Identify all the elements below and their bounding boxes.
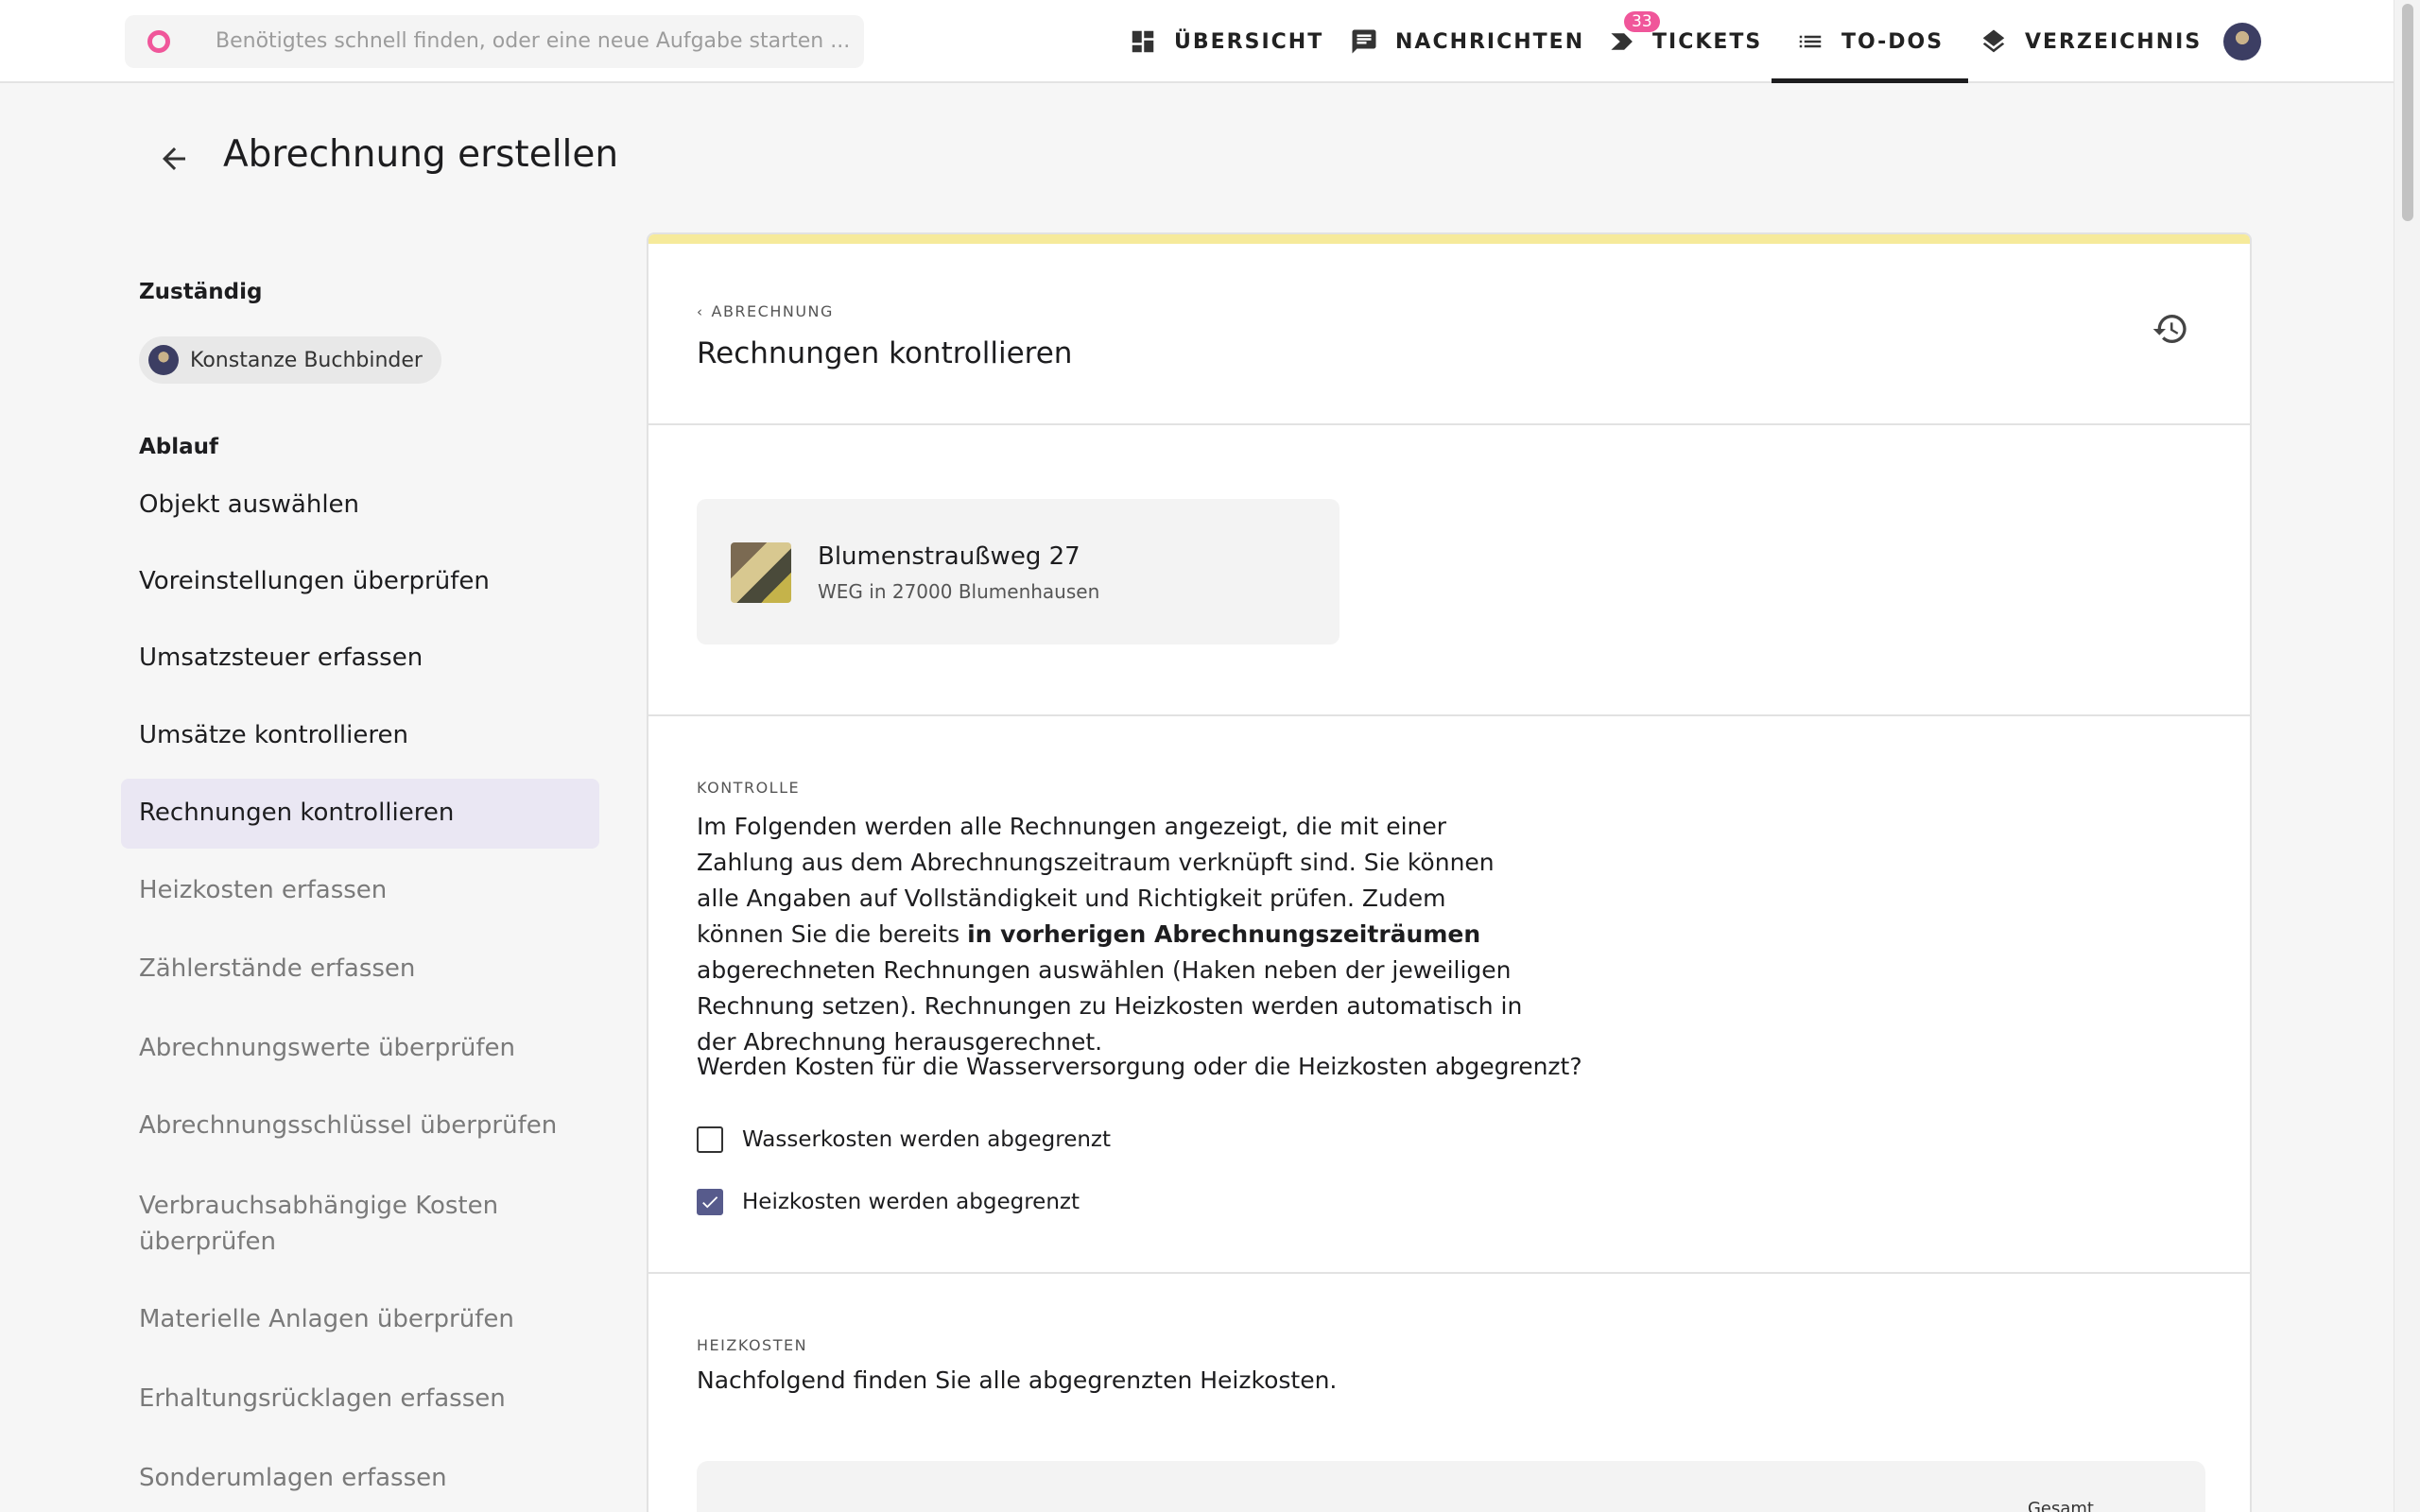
step-item[interactable]: Umsatzsteuer erfassen — [121, 640, 599, 676]
property-name: Blumenstraußweg 27 — [818, 542, 1080, 571]
checkbox-label: Wasserkosten werden abgegrenzt — [742, 1127, 1112, 1152]
section-divider — [648, 1272, 2250, 1274]
assignee-name: Konstanze Buchbinder — [190, 348, 423, 372]
card-title: Rechnungen kontrollieren — [697, 336, 1073, 370]
search-input[interactable]: Benötigtes schnell finden, oder eine neu… — [216, 29, 850, 53]
assignee-chip[interactable]: Konstanze Buchbinder — [139, 336, 441, 384]
checkbox-checked[interactable] — [697, 1189, 723, 1215]
dashboard-icon — [1132, 30, 1154, 53]
flow-heading: Ablauf — [139, 435, 219, 459]
breadcrumb-label: ABRECHNUNG — [711, 302, 834, 320]
app-logo-icon[interactable] — [147, 30, 170, 53]
control-description: Im Folgenden werden alle Rechnungen ange… — [697, 809, 1529, 1060]
check-icon — [702, 1196, 718, 1209]
nav-label: TO-DOS — [1841, 29, 1945, 54]
property-subtitle: WEG in 27000 Blumenhausen — [818, 580, 1100, 603]
checkbox-wasserkosten[interactable]: Wasserkosten werden abgegrenzt — [697, 1126, 1111, 1153]
breadcrumb[interactable]: ‹ ABRECHNUNG — [697, 302, 834, 320]
abgrenzung-question: Werden Kosten für die Wasserversorgung o… — [697, 1053, 1582, 1080]
checkbox-label: Heizkosten werden abgegrenzt — [742, 1190, 1080, 1214]
step-item[interactable]: Objekt auswählen — [121, 487, 599, 523]
page-scrollbar[interactable] — [2394, 0, 2420, 1512]
nav-label: NACHRICHTEN — [1395, 29, 1585, 54]
list-icon — [1799, 35, 1822, 48]
step-item[interactable]: Materielle Anlagen überprüfen — [121, 1301, 599, 1337]
text-segment: abgerechneten Rechnungen auswählen (Hake… — [697, 956, 1523, 1056]
checkbox[interactable] — [697, 1126, 723, 1153]
step-item-active[interactable]: Rechnungen kontrollieren — [121, 779, 599, 849]
property-image — [731, 542, 791, 603]
top-navigation-bar: Benötigtes schnell finden, oder eine neu… — [0, 0, 2394, 83]
nav-label: VERZEICHNIS — [2025, 29, 2203, 54]
property-card[interactable]: Blumenstraußweg 27 WEG in 27000 Blumenha… — [697, 499, 1340, 644]
heating-costs-table: Gesamt — [697, 1461, 2205, 1512]
layers-icon — [1982, 29, 2005, 53]
step-item[interactable]: Umsätze kontrollieren — [121, 717, 599, 753]
responsible-heading: Zuständig — [139, 280, 263, 304]
user-avatar[interactable] — [2223, 23, 2261, 60]
task-card: ‹ ABRECHNUNG Rechnungen kontrollieren Blu… — [647, 232, 2252, 1512]
step-item[interactable]: Heizkosten erfassen — [121, 872, 599, 908]
step-item[interactable]: Abrechnungswerte überprüfen — [121, 1030, 599, 1066]
step-item[interactable]: Zählerstände erfassen — [121, 951, 599, 987]
text-segment-bold: in vorherigen Abrechnungszeiträumen — [967, 920, 1481, 948]
table-header-total: Gesamt — [2027, 1499, 2094, 1512]
assignee-avatar — [148, 345, 179, 375]
step-item[interactable]: Verbrauchsabhängige Kosten überprüfen — [121, 1188, 518, 1260]
section-overline: KONTROLLE — [697, 779, 801, 797]
checkbox-heizkosten[interactable]: Heizkosten werden abgegrenzt — [697, 1189, 1080, 1215]
heating-description: Nachfolgend finden Sie alle abgegrenzten… — [697, 1366, 1338, 1394]
section-divider — [648, 714, 2250, 716]
nav-label: ÜBERSICHT — [1174, 29, 1324, 54]
message-icon — [1352, 29, 1376, 54]
nav-label: TICKETS — [1652, 29, 1763, 54]
step-item[interactable]: Abrechnungsschlüssel überprüfen — [121, 1108, 599, 1143]
search-bar[interactable]: Benötigtes schnell finden, oder eine neu… — [125, 15, 864, 68]
tickets-count-badge: 33 — [1624, 11, 1660, 32]
back-arrow-icon[interactable] — [157, 142, 191, 176]
history-icon[interactable] — [2152, 310, 2189, 348]
card-accent-bar — [648, 234, 2250, 244]
step-item[interactable]: Erhaltungsrücklagen erfassen — [121, 1381, 599, 1417]
nav-uebersicht[interactable]: ÜBERSICHT — [1129, 0, 1323, 83]
nav-verzeichnis[interactable]: VERZEICHNIS — [1979, 0, 2202, 83]
section-divider — [648, 423, 2250, 425]
nav-todos[interactable]: TO-DOS — [1772, 0, 1969, 83]
page-title: Abrechnung erstellen — [223, 133, 619, 176]
chevron-left-icon: ‹ — [697, 303, 704, 320]
step-item[interactable]: Voreinstellungen überprüfen — [121, 563, 599, 599]
scrollbar-thumb[interactable] — [2402, 4, 2413, 221]
step-item[interactable]: Sonderumlagen erfassen — [121, 1460, 599, 1496]
nav-nachrichten[interactable]: NACHRICHTEN — [1350, 0, 1584, 83]
section-overline: HEIZKOSTEN — [697, 1336, 808, 1354]
